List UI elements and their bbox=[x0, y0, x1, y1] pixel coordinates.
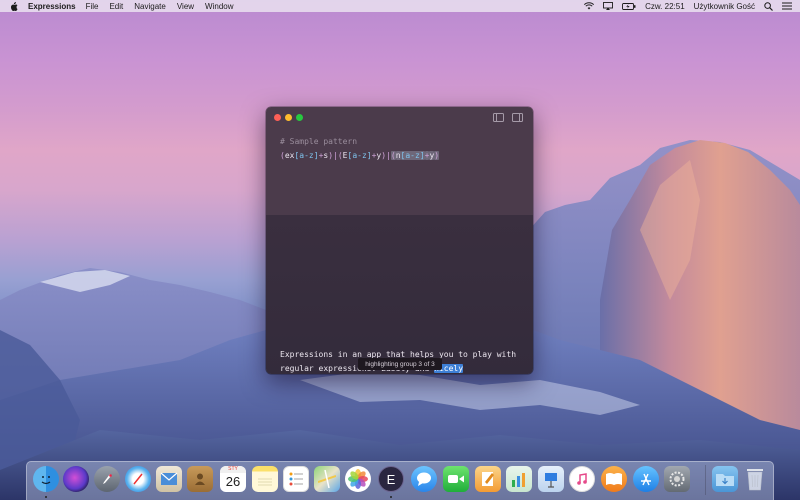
dock-separator bbox=[705, 465, 706, 495]
regex-token: ( bbox=[390, 151, 396, 160]
right-sidebar-toggle-icon[interactable] bbox=[512, 113, 523, 122]
regex-token: [a-z] bbox=[294, 151, 319, 160]
maps-icon[interactable] bbox=[314, 466, 340, 492]
keynote-icon[interactable] bbox=[538, 466, 564, 492]
list-icon[interactable] bbox=[782, 2, 792, 10]
status-pill: highlighting group 3 of 3 bbox=[358, 358, 442, 370]
finder-running-indicator bbox=[45, 496, 47, 498]
pattern-editor[interactable]: # Sample pattern (ex[a-z]+s)|(E[a-z]+y)|… bbox=[266, 107, 533, 215]
menu-file[interactable]: File bbox=[86, 2, 99, 11]
regex-token: [a-z] bbox=[400, 151, 425, 160]
pages-icon[interactable] bbox=[475, 466, 501, 492]
user-menu[interactable]: Użytkownik Gość bbox=[694, 2, 755, 11]
contacts-icon[interactable] bbox=[187, 466, 213, 492]
messages-icon[interactable] bbox=[411, 466, 437, 492]
regex-token: n bbox=[395, 151, 401, 160]
launchpad-icon[interactable] bbox=[94, 466, 120, 492]
itunes-icon[interactable] bbox=[569, 466, 595, 492]
left-sidebar-toggle-icon[interactable] bbox=[493, 113, 504, 122]
app-menu[interactable]: Expressions bbox=[28, 2, 76, 11]
airplay-icon[interactable] bbox=[603, 2, 614, 10]
close-button[interactable] bbox=[274, 114, 281, 121]
zoom-button[interactable] bbox=[296, 114, 303, 121]
apple-menu-icon[interactable] bbox=[10, 1, 20, 11]
menu-window[interactable]: Window bbox=[205, 2, 233, 11]
menu-bar: Expressions File Edit Navigate View Wind… bbox=[0, 0, 800, 12]
downloads-folder-icon[interactable] bbox=[712, 466, 738, 492]
minimize-button[interactable] bbox=[285, 114, 292, 121]
menu-view[interactable]: View bbox=[177, 2, 194, 11]
expressions-window: # Sample pattern (ex[a-z]+s)|(E[a-z]+y)|… bbox=[266, 107, 533, 374]
notes-icon[interactable] bbox=[252, 466, 278, 492]
menu-edit[interactable]: Edit bbox=[109, 2, 123, 11]
wifi-icon[interactable] bbox=[584, 2, 595, 10]
pattern-comment: # Sample pattern bbox=[280, 137, 358, 146]
system-preferences-icon[interactable] bbox=[664, 466, 690, 492]
ibooks-icon[interactable] bbox=[601, 466, 627, 492]
menu-navigate[interactable]: Navigate bbox=[134, 2, 166, 11]
status-area: Czw. 22:51 Użytkownik Gość bbox=[584, 2, 800, 11]
mail-icon[interactable] bbox=[156, 466, 182, 492]
clock[interactable]: Czw. 22:51 bbox=[645, 2, 685, 11]
expressions-icon-glyph: E bbox=[386, 471, 396, 487]
expressions-running-indicator bbox=[390, 496, 392, 498]
expressions-icon[interactable]: E bbox=[378, 466, 404, 492]
photos-icon[interactable] bbox=[345, 466, 371, 492]
siri-icon[interactable] bbox=[63, 466, 89, 492]
regex-token: )|( bbox=[328, 151, 343, 160]
search-icon[interactable] bbox=[764, 1, 773, 11]
reminders-icon[interactable] bbox=[283, 466, 309, 492]
regex-token: ) bbox=[434, 151, 440, 160]
facetime-icon[interactable] bbox=[443, 466, 469, 492]
calendar-day: 26 bbox=[225, 474, 241, 489]
numbers-icon[interactable] bbox=[506, 466, 532, 492]
regex-token: )| bbox=[381, 151, 391, 160]
safari-icon[interactable] bbox=[125, 466, 151, 492]
regex-token: [a-z] bbox=[347, 151, 372, 160]
regex-pattern[interactable]: (ex[a-z]+s)|(E[a-z]+y)|(n[a-z]+y) bbox=[280, 151, 440, 160]
battery-icon[interactable] bbox=[622, 2, 636, 10]
calendar-month: STY bbox=[220, 466, 246, 473]
app-store-icon[interactable] bbox=[633, 466, 659, 492]
calendar-icon[interactable]: STY 26 bbox=[220, 466, 246, 492]
sample-text-pane[interactable]: Expressions in an app that helps you to … bbox=[266, 215, 533, 374]
window-controls bbox=[274, 114, 303, 121]
trash-icon[interactable] bbox=[742, 466, 768, 492]
finder-icon[interactable] bbox=[33, 466, 59, 492]
